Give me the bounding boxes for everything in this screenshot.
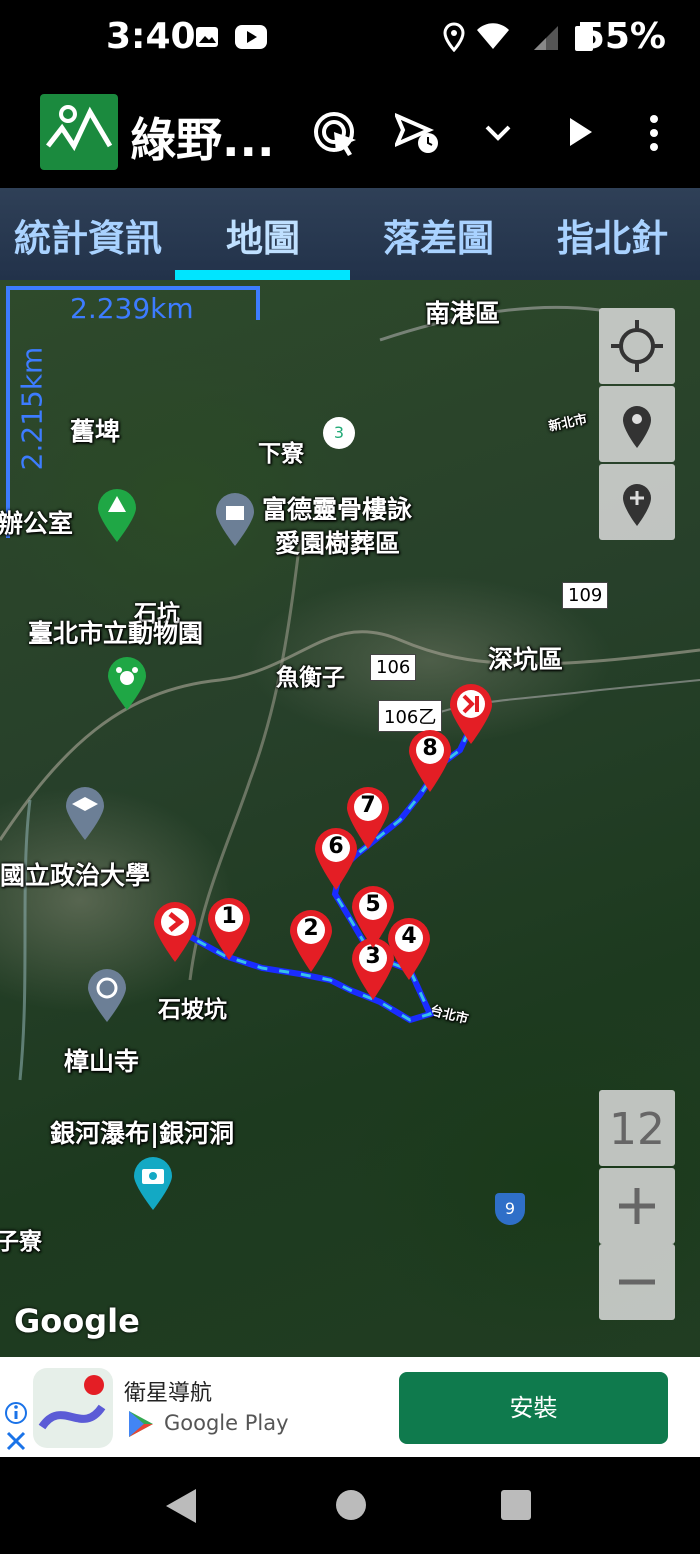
ad-store-label: Google Play	[164, 1411, 289, 1435]
tab-compass[interactable]: 指北針	[557, 208, 668, 262]
signal-icon	[534, 26, 558, 50]
waypoint-marker[interactable]: 2	[288, 908, 334, 974]
add-waypoint-button[interactable]	[599, 464, 675, 540]
ad-install-button[interactable]: 安裝	[399, 1372, 668, 1444]
marker-button[interactable]	[599, 386, 675, 462]
photo-icon	[196, 27, 218, 47]
minus-icon	[619, 1279, 655, 1285]
ad-close-icon[interactable]	[6, 1431, 26, 1451]
waypoint-marker[interactable]: 8	[407, 728, 453, 794]
zoom-in-button[interactable]	[599, 1168, 675, 1244]
waypoint-marker[interactable]: 7	[345, 785, 391, 851]
tab-indicator	[175, 270, 350, 280]
status-time: 3:40	[106, 16, 196, 57]
back-icon[interactable]	[164, 1487, 198, 1525]
my-location-button[interactable]	[599, 308, 675, 384]
navigate-timer-icon[interactable]	[395, 112, 441, 156]
gps-cursor-icon[interactable]	[312, 110, 360, 158]
zoom-out-button[interactable]	[599, 1244, 675, 1320]
tab-map[interactable]: 地圖	[226, 208, 300, 262]
status-bar: 3:40 55%	[0, 0, 700, 78]
add-pin-icon	[623, 484, 651, 526]
google-play-icon	[129, 1411, 153, 1437]
google-attribution: Google	[14, 1302, 140, 1340]
crosshair-icon	[611, 320, 663, 372]
end-marker-icon[interactable]	[448, 682, 494, 746]
map-pin-icon	[623, 406, 651, 448]
tab-elevation-chart[interactable]: 落差圖	[383, 208, 494, 262]
plus-icon	[619, 1188, 655, 1224]
ad-info-icon[interactable]	[4, 1401, 28, 1425]
ad-app-name: 衛星導航	[124, 1381, 213, 1406]
start-marker-icon[interactable]	[152, 900, 198, 964]
youtube-icon	[235, 25, 267, 49]
battery-percent: 55%	[579, 16, 666, 57]
map-view[interactable]: 2.239km 2.215km 南港區 舊埤 下寮 富德靈骨樓詠 愛園樹葬區 辦…	[0, 280, 700, 1357]
chevron-down-icon[interactable]	[484, 124, 512, 142]
play-icon[interactable]	[568, 116, 594, 148]
app-bar: 綠野...	[0, 78, 700, 188]
waypoint-marker[interactable]: 1	[206, 896, 252, 962]
wifi-icon	[477, 23, 509, 49]
waypoint-marker[interactable]: 5	[350, 884, 396, 950]
location-icon	[443, 22, 465, 52]
tab-bar: 統計資訊 地圖 落差圖 指北針	[0, 188, 700, 280]
app-title: 綠野...	[130, 113, 275, 167]
zoom-level-display: 12	[599, 1090, 675, 1166]
app-logo	[40, 94, 118, 170]
elevation-logo-icon	[46, 105, 113, 152]
home-icon[interactable]	[335, 1489, 367, 1521]
recents-icon[interactable]	[500, 1489, 532, 1521]
ad-app-icon[interactable]	[32, 1367, 114, 1449]
tab-statistics[interactable]: 統計資訊	[14, 208, 162, 262]
ad-banner[interactable]: 衛星導航 Google Play 安裝	[0, 1357, 700, 1457]
system-nav-bar	[0, 1457, 700, 1554]
more-menu-icon[interactable]	[648, 114, 660, 152]
